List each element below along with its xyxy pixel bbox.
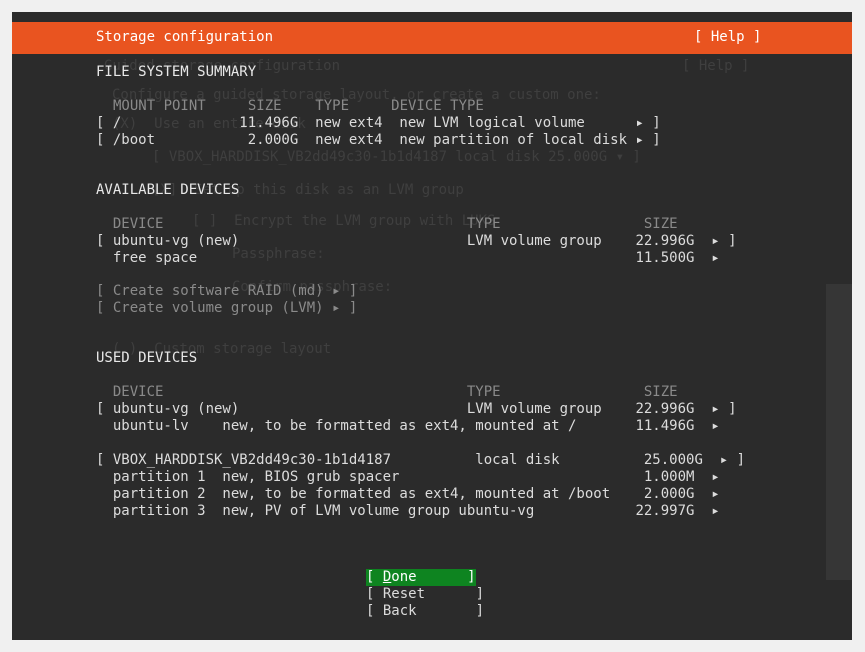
done-button[interactable]: [ Done ]	[366, 569, 476, 586]
ghost-help: [ Help ]	[682, 58, 750, 74]
create-vg-button[interactable]: [ Create volume group (LVM) ▸ ]	[96, 300, 357, 317]
available-devices-heading: AVAILABLE DEVICES	[96, 182, 240, 198]
fs-summary-heading: FILE SYSTEM SUMMARY	[96, 64, 257, 80]
reset-button[interactable]: [ Reset ]	[366, 586, 484, 603]
available-row-ubuntu-vg[interactable]: [ ubuntu-vg (new) LVM volume group 22.99…	[96, 233, 737, 250]
used-row-partition-1[interactable]: partition 1 new, BIOS grub spacer 1.000M…	[96, 469, 720, 486]
used-row-partition-2[interactable]: partition 2 new, to be formatted as ext4…	[96, 486, 720, 503]
used-columns: DEVICE TYPE SIZE	[96, 384, 678, 400]
used-devices-heading: USED DEVICES	[96, 350, 198, 366]
done-bracket: [	[366, 569, 383, 585]
installer-screen: Guided storage configuration [ Help ] Co…	[12, 12, 852, 640]
help-button[interactable]: [ Help ]	[694, 29, 761, 46]
done-label: one ]	[391, 569, 476, 585]
create-raid-button[interactable]: [ Create software RAID (md) ▸ ]	[96, 283, 357, 300]
fs-row-root[interactable]: [ / 11.496G new ext4 new LVM logical vol…	[96, 115, 661, 132]
used-row-partition-3[interactable]: partition 3 new, PV of LVM volume group …	[96, 503, 720, 520]
used-row-ubuntu-vg[interactable]: [ ubuntu-vg (new) LVM volume group 22.99…	[96, 401, 737, 418]
ghost-disk: [ VBOX_HARDDISK_VB2dd49c30-1b1d4187 loca…	[152, 149, 641, 165]
back-button[interactable]: [ Back ]	[366, 603, 484, 620]
available-columns: DEVICE TYPE SIZE	[96, 216, 678, 232]
fs-row-boot[interactable]: [ /boot 2.000G new ext4 new partition of…	[96, 132, 661, 149]
available-row-free-space[interactable]: free space 11.500G ▸	[96, 250, 720, 267]
used-row-ubuntu-lv[interactable]: ubuntu-lv new, to be formatted as ext4, …	[96, 418, 720, 435]
title-bar: Storage configuration [ Help ]	[12, 22, 852, 54]
fs-summary-columns: MOUNT POINT SIZE TYPE DEVICE TYPE	[113, 98, 484, 114]
screen-title: Storage configuration	[96, 29, 274, 45]
background-scroll-strip	[826, 284, 852, 580]
used-row-harddisk[interactable]: [ VBOX_HARDDISK_VB2dd49c30-1b1d4187 loca…	[96, 452, 745, 469]
